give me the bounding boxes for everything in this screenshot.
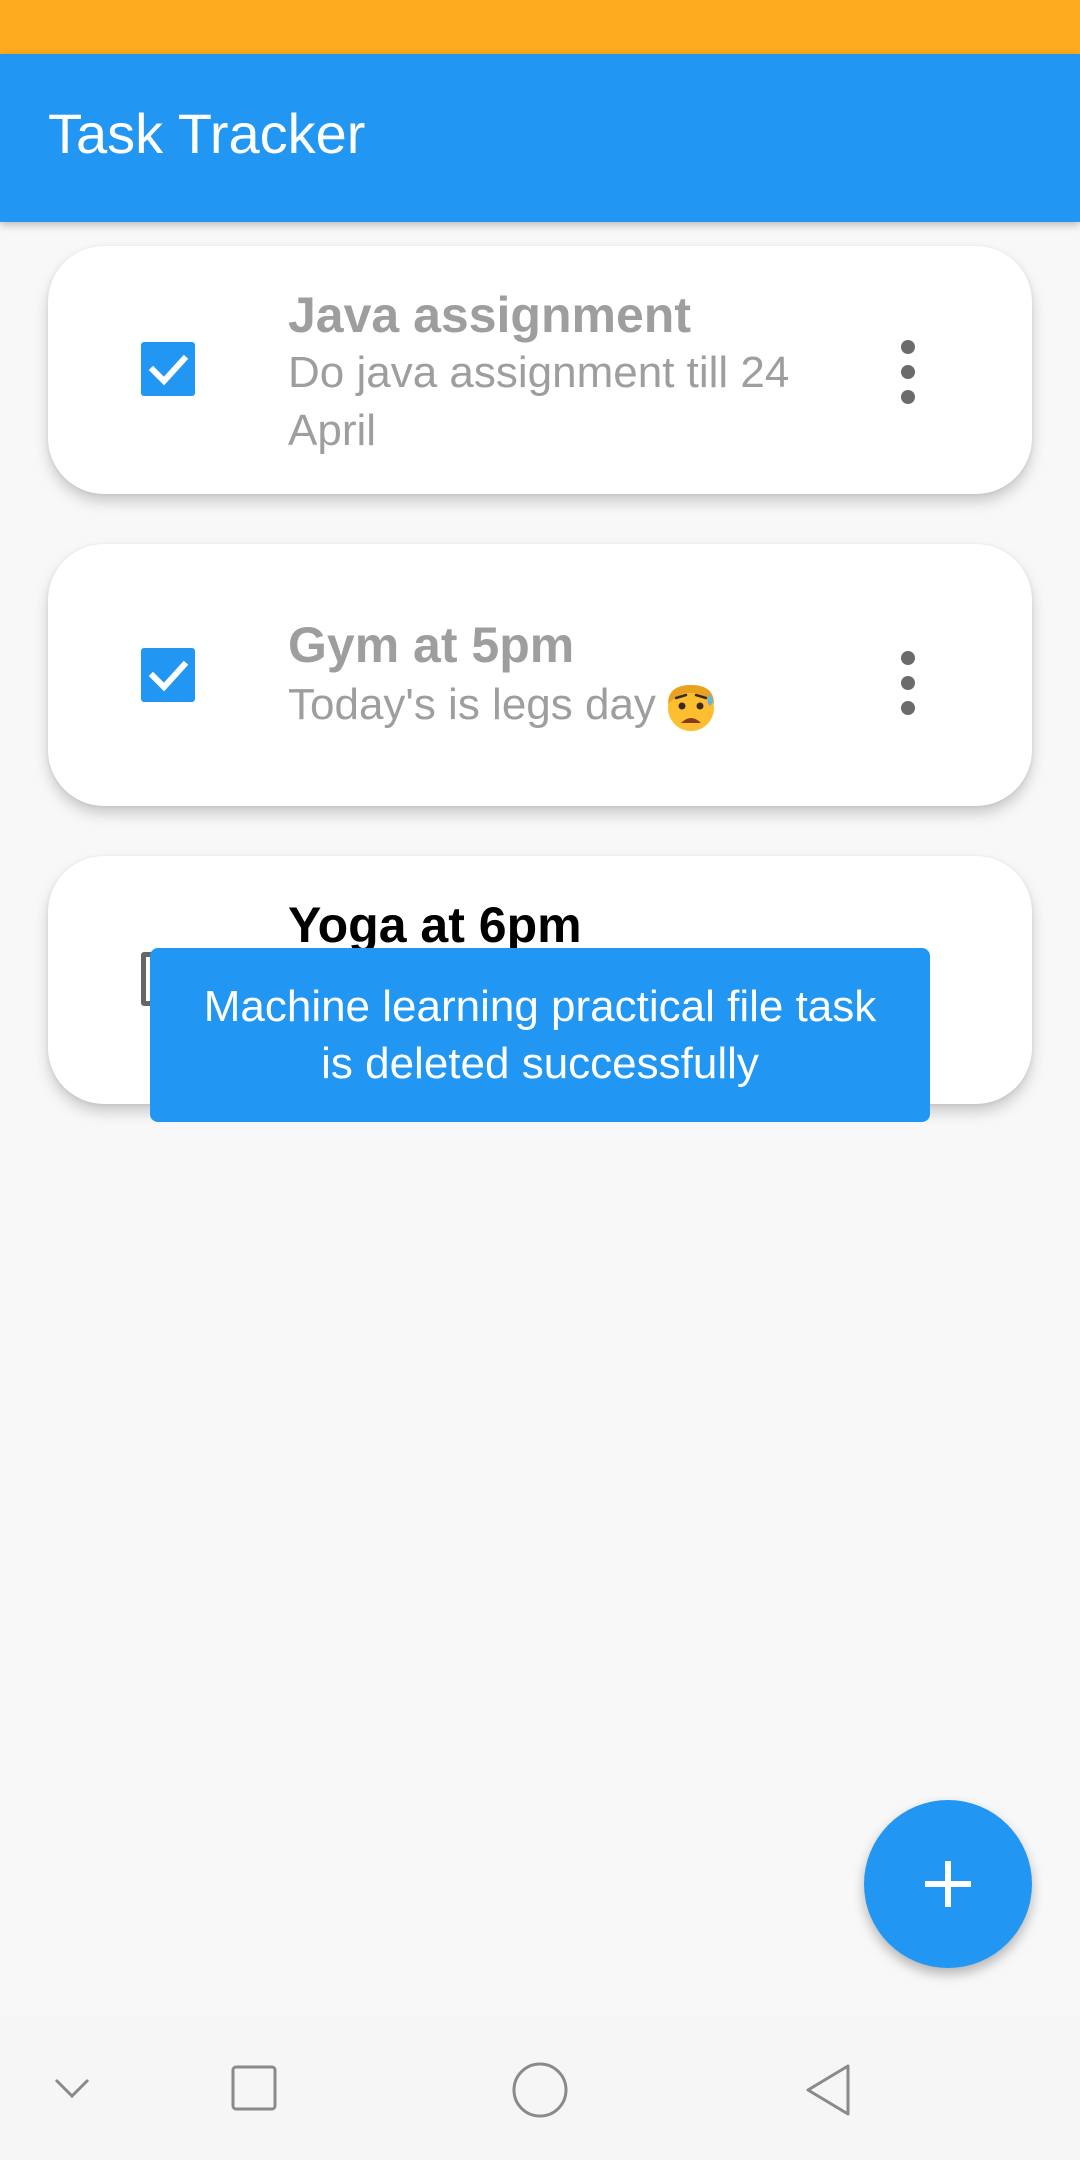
toast-message: Machine learning practical file task is … (150, 948, 930, 1122)
task-card[interactable]: Gym at 5pm Today's is legs day (48, 544, 1032, 806)
back-icon[interactable] (800, 2060, 860, 2120)
task-description-text: Today's is legs day (288, 680, 656, 729)
add-task-button[interactable] (864, 1800, 1032, 1968)
status-bar (0, 0, 1080, 54)
task-title: Java assignment (288, 287, 691, 343)
home-icon[interactable] (510, 2060, 570, 2120)
task-description: Do java assignment till 24 April (288, 348, 790, 455)
collapse-icon[interactable] (52, 2074, 92, 2104)
app-bar: Task Tracker (0, 54, 1080, 222)
task-title: Yoga at 6pm (288, 897, 582, 953)
more-vert-icon (901, 340, 915, 354)
app-title: Task Tracker (48, 102, 366, 165)
task-title: Gym at 5pm (288, 617, 575, 673)
plus-icon (925, 1861, 971, 1907)
task-more-button[interactable] (896, 651, 920, 715)
recents-icon[interactable] (230, 2064, 280, 2114)
task-more-button[interactable] (896, 340, 920, 404)
task-card[interactable]: Java assignment Do java assignment till … (48, 246, 1032, 494)
task-checkbox[interactable] (141, 648, 195, 702)
task-checkbox[interactable] (141, 342, 195, 396)
check-icon (148, 660, 189, 692)
task-description: Today's is legs day (288, 676, 848, 734)
anxious-face-with-sweat-icon (667, 685, 714, 732)
system-nav-bar (0, 2016, 1080, 2160)
check-icon (148, 354, 189, 386)
more-vert-icon (901, 651, 915, 665)
